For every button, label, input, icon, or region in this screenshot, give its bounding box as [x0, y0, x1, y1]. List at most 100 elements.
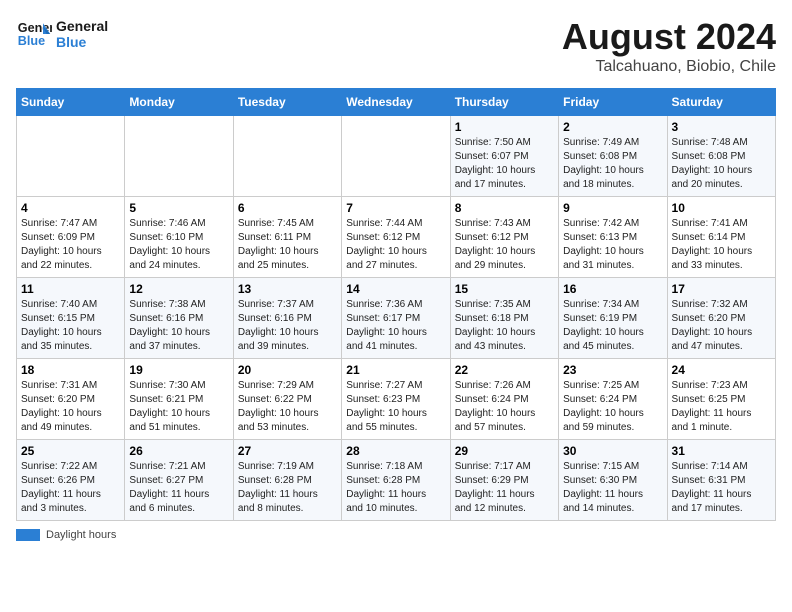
calendar-header-saturday: Saturday — [667, 89, 775, 116]
calendar-cell — [17, 116, 125, 197]
calendar-cell: 11 Sunrise: 7:40 AM Sunset: 6:15 PM Dayli… — [17, 278, 125, 359]
legend: Daylight hours — [16, 529, 776, 541]
calendar-cell: 9 Sunrise: 7:42 AM Sunset: 6:13 PM Daylig… — [559, 197, 667, 278]
day-number: 17 — [672, 282, 771, 296]
day-number: 29 — [455, 444, 554, 458]
calendar-cell: 13 Sunrise: 7:37 AM Sunset: 6:16 PM Dayli… — [233, 278, 341, 359]
calendar-cell: 5 Sunrise: 7:46 AM Sunset: 6:10 PM Daylig… — [125, 197, 233, 278]
day-info: Sunrise: 7:22 AM Sunset: 6:26 PM Dayligh… — [21, 460, 120, 516]
day-number: 16 — [563, 282, 662, 296]
day-number: 1 — [455, 120, 554, 134]
day-info: Sunrise: 7:15 AM Sunset: 6:30 PM Dayligh… — [563, 460, 662, 516]
day-info: Sunrise: 7:49 AM Sunset: 6:08 PM Dayligh… — [563, 136, 662, 192]
day-info: Sunrise: 7:31 AM Sunset: 6:20 PM Dayligh… — [21, 379, 120, 435]
day-number: 31 — [672, 444, 771, 458]
day-number: 6 — [238, 201, 337, 215]
day-info: Sunrise: 7:17 AM Sunset: 6:29 PM Dayligh… — [455, 460, 554, 516]
calendar-cell: 7 Sunrise: 7:44 AM Sunset: 6:12 PM Daylig… — [342, 197, 450, 278]
day-number: 25 — [21, 444, 120, 458]
day-number: 10 — [672, 201, 771, 215]
calendar-cell: 4Sunrise: 7:47 AM Sunset: 6:09 PM Daylig… — [17, 197, 125, 278]
calendar-cell: 8 Sunrise: 7:43 AM Sunset: 6:12 PM Daylig… — [450, 197, 558, 278]
calendar-table: SundayMondayTuesdayWednesdayThursdayFrid… — [16, 88, 776, 521]
day-info: Sunrise: 7:34 AM Sunset: 6:19 PM Dayligh… — [563, 298, 662, 354]
calendar-cell: 26 Sunrise: 7:21 AM Sunset: 6:27 PM Dayli… — [125, 440, 233, 521]
calendar-week-row: 4Sunrise: 7:47 AM Sunset: 6:09 PM Daylig… — [17, 197, 776, 278]
calendar-cell: 24Sunrise: 7:23 AM Sunset: 6:25 PM Dayli… — [667, 359, 775, 440]
day-number: 28 — [346, 444, 445, 458]
day-info: Sunrise: 7:37 AM Sunset: 6:16 PM Dayligh… — [238, 298, 337, 354]
calendar-cell: 3 Sunrise: 7:48 AM Sunset: 6:08 PM Daylig… — [667, 116, 775, 197]
day-info: Sunrise: 7:44 AM Sunset: 6:12 PM Dayligh… — [346, 217, 445, 273]
day-number: 4 — [21, 201, 120, 215]
calendar-cell: 25 Sunrise: 7:22 AM Sunset: 6:26 PM Dayli… — [17, 440, 125, 521]
day-info: Sunrise: 7:25 AM Sunset: 6:24 PM Dayligh… — [563, 379, 662, 435]
day-info: Sunrise: 7:14 AM Sunset: 6:31 PM Dayligh… — [672, 460, 771, 516]
day-info: Sunrise: 7:26 AM Sunset: 6:24 PM Dayligh… — [455, 379, 554, 435]
day-number: 9 — [563, 201, 662, 215]
day-info: Sunrise: 7:50 AM Sunset: 6:07 PM Dayligh… — [455, 136, 554, 192]
day-info: Sunrise: 7:35 AM Sunset: 6:18 PM Dayligh… — [455, 298, 554, 354]
svg-text:Blue: Blue — [18, 34, 45, 48]
day-info: Sunrise: 7:18 AM Sunset: 6:28 PM Dayligh… — [346, 460, 445, 516]
day-number: 11 — [21, 282, 120, 296]
day-info: Sunrise: 7:30 AM Sunset: 6:21 PM Dayligh… — [129, 379, 228, 435]
day-number: 13 — [238, 282, 337, 296]
logo-text-general: General — [56, 18, 108, 34]
day-number: 20 — [238, 363, 337, 377]
day-info: Sunrise: 7:41 AM Sunset: 6:14 PM Dayligh… — [672, 217, 771, 273]
logo-icon: General Blue — [16, 16, 52, 52]
day-number: 2 — [563, 120, 662, 134]
day-info: Sunrise: 7:40 AM Sunset: 6:15 PM Dayligh… — [21, 298, 120, 354]
calendar-week-row: 11 Sunrise: 7:40 AM Sunset: 6:15 PM Dayli… — [17, 278, 776, 359]
day-number: 12 — [129, 282, 228, 296]
day-number: 8 — [455, 201, 554, 215]
page-subtitle: Talcahuano, Biobio, Chile — [562, 58, 776, 76]
header: General Blue General Blue August 2024 Ta… — [16, 16, 776, 76]
day-number: 14 — [346, 282, 445, 296]
day-info: Sunrise: 7:48 AM Sunset: 6:08 PM Dayligh… — [672, 136, 771, 192]
day-info: Sunrise: 7:27 AM Sunset: 6:23 PM Dayligh… — [346, 379, 445, 435]
day-info: Sunrise: 7:38 AM Sunset: 6:16 PM Dayligh… — [129, 298, 228, 354]
logo-text-blue: Blue — [56, 34, 108, 50]
day-number: 27 — [238, 444, 337, 458]
calendar-header-wednesday: Wednesday — [342, 89, 450, 116]
day-number: 5 — [129, 201, 228, 215]
day-number: 26 — [129, 444, 228, 458]
day-number: 21 — [346, 363, 445, 377]
calendar-cell: 30 Sunrise: 7:15 AM Sunset: 6:30 PM Dayli… — [559, 440, 667, 521]
day-info: Sunrise: 7:43 AM Sunset: 6:12 PM Dayligh… — [455, 217, 554, 273]
legend-color-box — [16, 529, 40, 541]
calendar-cell: 23 Sunrise: 7:25 AM Sunset: 6:24 PM Dayli… — [559, 359, 667, 440]
calendar-cell — [233, 116, 341, 197]
title-area: August 2024 Talcahuano, Biobio, Chile — [562, 16, 776, 76]
day-info: Sunrise: 7:29 AM Sunset: 6:22 PM Dayligh… — [238, 379, 337, 435]
calendar-header-thursday: Thursday — [450, 89, 558, 116]
calendar-header-monday: Monday — [125, 89, 233, 116]
day-info: Sunrise: 7:36 AM Sunset: 6:17 PM Dayligh… — [346, 298, 445, 354]
day-number: 23 — [563, 363, 662, 377]
calendar-header-row: SundayMondayTuesdayWednesdayThursdayFrid… — [17, 89, 776, 116]
day-info: Sunrise: 7:19 AM Sunset: 6:28 PM Dayligh… — [238, 460, 337, 516]
day-info: Sunrise: 7:46 AM Sunset: 6:10 PM Dayligh… — [129, 217, 228, 273]
day-number: 3 — [672, 120, 771, 134]
calendar-cell: 17 Sunrise: 7:32 AM Sunset: 6:20 PM Dayli… — [667, 278, 775, 359]
calendar-cell: 18Sunrise: 7:31 AM Sunset: 6:20 PM Dayli… — [17, 359, 125, 440]
calendar-cell — [125, 116, 233, 197]
day-info: Sunrise: 7:21 AM Sunset: 6:27 PM Dayligh… — [129, 460, 228, 516]
day-info: Sunrise: 7:42 AM Sunset: 6:13 PM Dayligh… — [563, 217, 662, 273]
day-number: 15 — [455, 282, 554, 296]
day-info: Sunrise: 7:32 AM Sunset: 6:20 PM Dayligh… — [672, 298, 771, 354]
logo: General Blue General Blue — [16, 16, 108, 52]
calendar-cell: 19Sunrise: 7:30 AM Sunset: 6:21 PM Dayli… — [125, 359, 233, 440]
calendar-header-friday: Friday — [559, 89, 667, 116]
calendar-week-row: 1 Sunrise: 7:50 AM Sunset: 6:07 PM Daylig… — [17, 116, 776, 197]
day-number: 7 — [346, 201, 445, 215]
calendar-week-row: 25 Sunrise: 7:22 AM Sunset: 6:26 PM Dayli… — [17, 440, 776, 521]
calendar-cell: 22Sunrise: 7:26 AM Sunset: 6:24 PM Dayli… — [450, 359, 558, 440]
calendar-cell: 16 Sunrise: 7:34 AM Sunset: 6:19 PM Dayli… — [559, 278, 667, 359]
calendar-cell: 29 Sunrise: 7:17 AM Sunset: 6:29 PM Dayli… — [450, 440, 558, 521]
calendar-header-sunday: Sunday — [17, 89, 125, 116]
calendar-header-tuesday: Tuesday — [233, 89, 341, 116]
day-number: 30 — [563, 444, 662, 458]
